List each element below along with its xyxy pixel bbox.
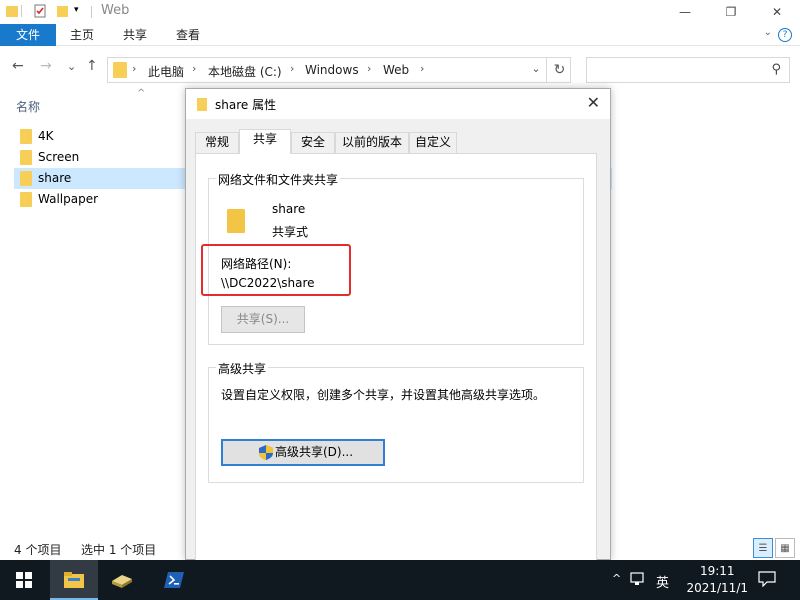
list-item-name: 4K (38, 129, 54, 143)
search-box[interactable]: ⚲ (586, 57, 790, 83)
share-button[interactable]: 共享(S)... (221, 306, 305, 333)
window-title: Web (101, 3, 130, 18)
highlight-box (201, 244, 351, 296)
file-explorer-taskbar-button[interactable] (50, 560, 98, 600)
start-button[interactable] (0, 560, 48, 600)
share-state: 共享式 (272, 225, 309, 239)
details-view-icon[interactable]: ☰ (753, 538, 773, 558)
clock-time: 19:11 (699, 564, 735, 578)
dialog-title: share 属性 (215, 98, 277, 112)
refresh-icon[interactable]: ↻ (546, 58, 572, 82)
close-button[interactable]: ✕ (754, 0, 800, 24)
breadcrumb-separator-icon[interactable]: › (290, 62, 294, 75)
clock-date: 2021/11/1 (686, 581, 748, 595)
network-sharing-group: 网络文件和文件夹共享 share 共享式 网络路径(N): \\DC2022\s… (201, 171, 584, 345)
share-folder-icon (227, 209, 245, 233)
explorer-folder-icon (5, 4, 19, 18)
list-item-name: Screen (38, 150, 80, 164)
breadcrumb-separator-icon[interactable]: › (367, 62, 371, 75)
breadcrumb-separator-icon[interactable]: › (420, 62, 424, 75)
list-item-selected[interactable]: share (14, 168, 190, 189)
advanced-sharing-group: 高级共享 设置自定义权限，创建多个共享，并设置其他高级共享选项。 高级共享(D)… (208, 360, 584, 483)
tab-previous-versions[interactable]: 以前的版本 (335, 132, 409, 153)
sharing-tab-panel: 网络文件和文件夹共享 share 共享式 网络路径(N): \\DC2022\s… (195, 153, 597, 563)
title-divider (91, 6, 92, 18)
dialog-title-bar: share 属性 ✕ (186, 89, 610, 119)
tab-general[interactable]: 常规 (195, 132, 239, 153)
new-folder-icon[interactable] (56, 4, 70, 18)
folder-icon (20, 129, 32, 144)
address-bar[interactable]: › 此电脑 › 本地磁盘 (C:) › Windows › Web › ⌄ ↻ (107, 57, 571, 83)
windows-logo-icon (16, 572, 32, 588)
column-header-name[interactable]: 名称 (16, 98, 40, 115)
clock[interactable]: 19:11 2021/11/1 (686, 563, 748, 597)
server-manager-icon (112, 575, 132, 588)
properties-dialog: share 属性 ✕ 常规 共享 安全 以前的版本 自定义 网络文件和文件夹共享… (185, 88, 611, 563)
recent-locations-chevron-icon[interactable]: ⌄ (67, 60, 76, 73)
show-hidden-icons-chevron-icon[interactable]: ^ (612, 572, 621, 585)
up-arrow-icon[interactable]: ↑ (86, 58, 98, 74)
list-item-name: Wallpaper (38, 192, 99, 206)
breadcrumb-local-disk[interactable]: 本地磁盘 (C:) (208, 63, 282, 80)
maximize-button[interactable]: ❐ (708, 0, 754, 24)
properties-checklist-icon[interactable] (33, 4, 47, 18)
list-item[interactable]: Screen (14, 147, 190, 168)
back-arrow-icon[interactable]: ← (12, 58, 24, 74)
tab-customize[interactable]: 自定义 (409, 132, 457, 153)
advanced-sharing-button[interactable]: 高级共享(D)... (221, 439, 385, 466)
tab-file[interactable]: 文件 (0, 24, 56, 46)
tab-view[interactable]: 查看 (170, 24, 206, 46)
status-selection-count: 选中 1 个项目 (81, 543, 157, 557)
dialog-close-icon[interactable]: ✕ (587, 93, 600, 112)
tab-security[interactable]: 安全 (291, 132, 335, 153)
breadcrumb-windows[interactable]: Windows (305, 63, 359, 77)
forward-arrow-icon[interactable]: → (40, 58, 52, 74)
uac-shield-icon (259, 445, 273, 460)
action-center-icon[interactable] (758, 571, 776, 590)
input-method-indicator[interactable]: 英 (656, 572, 669, 591)
network-sharing-group-label: 网络文件和文件夹共享 (216, 171, 341, 188)
help-icon[interactable]: ? (778, 28, 792, 42)
collapse-ribbon-chevron-icon[interactable]: ⌄ (764, 27, 772, 38)
powershell-icon (164, 572, 184, 588)
folder-icon (197, 98, 207, 111)
breadcrumb-separator-icon[interactable]: › (192, 62, 196, 75)
powershell-taskbar-button[interactable] (150, 560, 198, 600)
customize-toolbar-chevron-icon[interactable]: ▾ (74, 5, 88, 19)
quick-access-divider (21, 5, 22, 17)
breadcrumb-web[interactable]: Web (383, 63, 409, 77)
folder-icon (20, 150, 32, 165)
list-item[interactable]: Wallpaper (14, 189, 190, 210)
tab-share[interactable]: 共享 (117, 24, 153, 46)
tab-sharing[interactable]: 共享 (239, 129, 291, 154)
folder-icon (20, 192, 32, 207)
list-item-name: share (38, 171, 72, 185)
breadcrumb-separator-icon[interactable]: › (132, 62, 136, 75)
server-manager-taskbar-button[interactable] (98, 560, 146, 600)
advanced-sharing-group-label: 高级共享 (216, 360, 269, 377)
taskbar: ^ 英 19:11 2021/11/1 (0, 560, 800, 600)
address-folder-icon (113, 62, 127, 78)
address-dropdown-chevron-icon[interactable]: ⌄ (524, 62, 548, 75)
folder-name: share (272, 202, 306, 216)
search-icon[interactable]: ⚲ (771, 62, 781, 77)
tab-home[interactable]: 主页 (64, 24, 100, 46)
status-item-count: 4 个项目 (14, 543, 62, 557)
large-icons-view-icon[interactable]: ▦ (775, 538, 795, 558)
sort-ascending-icon: ^ (137, 88, 146, 99)
network-icon[interactable] (630, 572, 646, 589)
list-item[interactable]: 4K (14, 126, 190, 147)
ribbon-tabs: 文件 主页 共享 查看 ⌄ ? (0, 24, 800, 46)
advanced-sharing-button-label: 高级共享(D)... (275, 445, 354, 459)
minimize-button[interactable]: — (662, 0, 708, 24)
search-input[interactable] (589, 60, 759, 80)
file-explorer-icon (64, 572, 84, 588)
advanced-sharing-description: 设置自定义权限，创建多个共享，并设置其他高级共享选项。 (221, 388, 546, 402)
folder-icon (20, 171, 32, 186)
breadcrumb-this-pc[interactable]: 此电脑 (148, 63, 184, 80)
title-bar: ▾ Web — ❐ ✕ (0, 0, 800, 24)
